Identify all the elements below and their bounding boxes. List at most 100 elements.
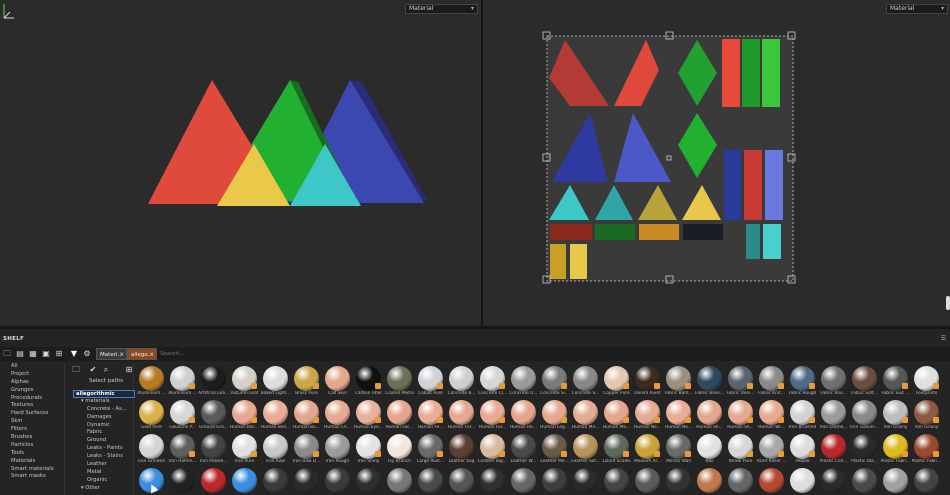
viewport-2d[interactable]: Material ▾ — [483, 0, 950, 326]
new-file-icon[interactable]: ▤ — [15, 349, 25, 359]
material-item[interactable] — [601, 467, 632, 495]
material-item[interactable] — [818, 467, 849, 495]
material-item[interactable]: Concrete S... — [570, 365, 601, 399]
material-item[interactable] — [632, 467, 663, 495]
material-item[interactable] — [694, 467, 725, 495]
material-item[interactable] — [167, 467, 198, 495]
material-item[interactable]: Human Ch... — [322, 399, 353, 433]
material-item[interactable]: Concrete D... — [508, 365, 539, 399]
material-item[interactable]: Cobalt Pure — [415, 365, 446, 399]
settings-icon[interactable]: ⚙ — [82, 349, 92, 359]
tab-materials[interactable]: Materi... ✕ — [96, 348, 127, 360]
material-item[interactable] — [229, 467, 260, 495]
material-item[interactable]: Concrete Cl... — [477, 365, 508, 399]
tree-node[interactable]: Dynamic — [73, 422, 135, 430]
material-item[interactable] — [384, 467, 415, 495]
category-item[interactable]: Hard Surfaces — [0, 410, 64, 418]
tree-node[interactable]: allegorithmic — [73, 390, 135, 398]
material-item[interactable]: Footprints — [911, 365, 942, 399]
material-item[interactable]: Iron Powde... — [198, 433, 229, 467]
material-item[interactable] — [539, 467, 570, 495]
category-item[interactable]: Brushes — [0, 434, 64, 442]
category-item[interactable]: Textures — [0, 402, 64, 410]
material-item[interactable]: Baked Light... — [260, 365, 291, 399]
panel-resize-handle[interactable] — [946, 296, 950, 310]
material-item[interactable] — [911, 467, 942, 495]
tree-node[interactable]: Organic — [73, 477, 135, 485]
material-item[interactable]: Iron Brushed — [787, 399, 818, 433]
material-item[interactable]: Human Bu... — [291, 399, 322, 433]
material-item[interactable]: Iron Raw D... — [291, 433, 322, 467]
material-item[interactable]: Leather W... — [508, 433, 539, 467]
tree-node[interactable]: Ground — [73, 437, 135, 445]
category-item[interactable]: Skin — [0, 418, 64, 426]
material-item[interactable] — [198, 467, 229, 495]
close-icon[interactable]: ✕ — [119, 349, 124, 361]
material-item[interactable]: Plastic Dia... — [849, 433, 880, 467]
category-item[interactable]: Grunges — [0, 387, 64, 395]
material-item[interactable]: Paint Roller ... — [756, 433, 787, 467]
material-item[interactable]: Mortar Wall — [663, 433, 694, 467]
material-item[interactable] — [787, 467, 818, 495]
material-item[interactable]: Human Sh... — [725, 399, 756, 433]
add-icon[interactable]: ⊞ — [124, 365, 134, 375]
material-item[interactable]: Plastic Fabri... — [911, 433, 942, 467]
material-item[interactable]: Iron Pure — [229, 433, 260, 467]
shelf-menu-icon[interactable]: ☰ — [941, 335, 946, 342]
tree-node[interactable]: Leather — [73, 461, 135, 469]
tree-node[interactable]: ▾ Other — [73, 485, 135, 493]
material-item[interactable]: Human Eye... — [353, 399, 384, 433]
material-item[interactable]: Nickel Pure — [725, 433, 756, 467]
material-item[interactable]: Leather Me... — [539, 433, 570, 467]
tree-node[interactable]: ▾ materials — [73, 398, 135, 406]
material-item[interactable]: Fabric Suit ... — [880, 365, 911, 399]
material-item[interactable]: Human He... — [508, 399, 539, 433]
material-item[interactable]: Iron Grinded — [136, 433, 167, 467]
folder-icon[interactable]: 🗀 — [71, 365, 81, 375]
folder-icon[interactable]: 🗀 — [2, 349, 12, 359]
tree-node[interactable]: Leaks - Paints — [73, 445, 135, 453]
material-item[interactable]: Fabric Bam... — [663, 365, 694, 399]
material-item[interactable]: Carbon Fiber — [353, 365, 384, 399]
material-item[interactable] — [322, 467, 353, 495]
material-item[interactable]: Concrete Si... — [539, 365, 570, 399]
search-input[interactable]: Search... — [160, 349, 300, 359]
viewport-3d[interactable]: Material ▾ — [0, 0, 481, 326]
material-item[interactable]: Plastic Cell... — [818, 433, 849, 467]
material-item[interactable]: Leather bag — [446, 433, 477, 467]
material-item[interactable] — [415, 467, 446, 495]
category-item[interactable]: Alphas — [0, 379, 64, 387]
material-item[interactable]: Fabric Rou... — [818, 365, 849, 399]
material-item[interactable]: Medium Ar... — [632, 433, 663, 467]
material-item[interactable]: Aluminium ... — [136, 365, 167, 399]
category-item[interactable]: Procedurals — [0, 395, 64, 403]
material-item[interactable]: Concrete B... — [446, 365, 477, 399]
material-item[interactable]: Iron Shiny — [353, 433, 384, 467]
material-item[interactable]: Fabric Soft... — [849, 365, 880, 399]
material-item[interactable]: Human Mo... — [601, 399, 632, 433]
material-item[interactable]: Iron Grainy — [911, 399, 942, 433]
category-item[interactable]: Project — [0, 371, 64, 379]
tab-allegorithmic[interactable]: allego... ✕ — [127, 348, 157, 360]
material-item[interactable]: Human Bac... — [229, 399, 260, 433]
material-item[interactable] — [725, 467, 756, 495]
material-item[interactable]: Iron Raw — [260, 433, 291, 467]
material-item[interactable]: Leather Sof... — [570, 433, 601, 467]
tree-node[interactable]: Fabric — [73, 429, 135, 437]
save-icon[interactable]: ▣ — [41, 349, 51, 359]
material-item[interactable]: Fabric Knit... — [756, 365, 787, 399]
material-item[interactable]: Human Ne... — [632, 399, 663, 433]
material-item[interactable]: Calf Skin — [322, 365, 353, 399]
material-item[interactable]: Coated Metal — [384, 365, 415, 399]
material-item[interactable]: Human Wr... — [756, 399, 787, 433]
material-item[interactable] — [570, 467, 601, 495]
material-item[interactable]: Denim Rivet — [632, 365, 663, 399]
material-item[interactable] — [849, 467, 880, 495]
material-item[interactable]: Pebble — [787, 433, 818, 467]
material-item[interactable]: Brass Pure — [291, 365, 322, 399]
import-icon[interactable]: ▦ — [28, 349, 38, 359]
category-item[interactable]: Materials — [0, 458, 64, 466]
material-item[interactable]: Autumn Leaf — [229, 365, 260, 399]
material-item[interactable]: Human Fac... — [384, 399, 415, 433]
material-item[interactable] — [353, 467, 384, 495]
